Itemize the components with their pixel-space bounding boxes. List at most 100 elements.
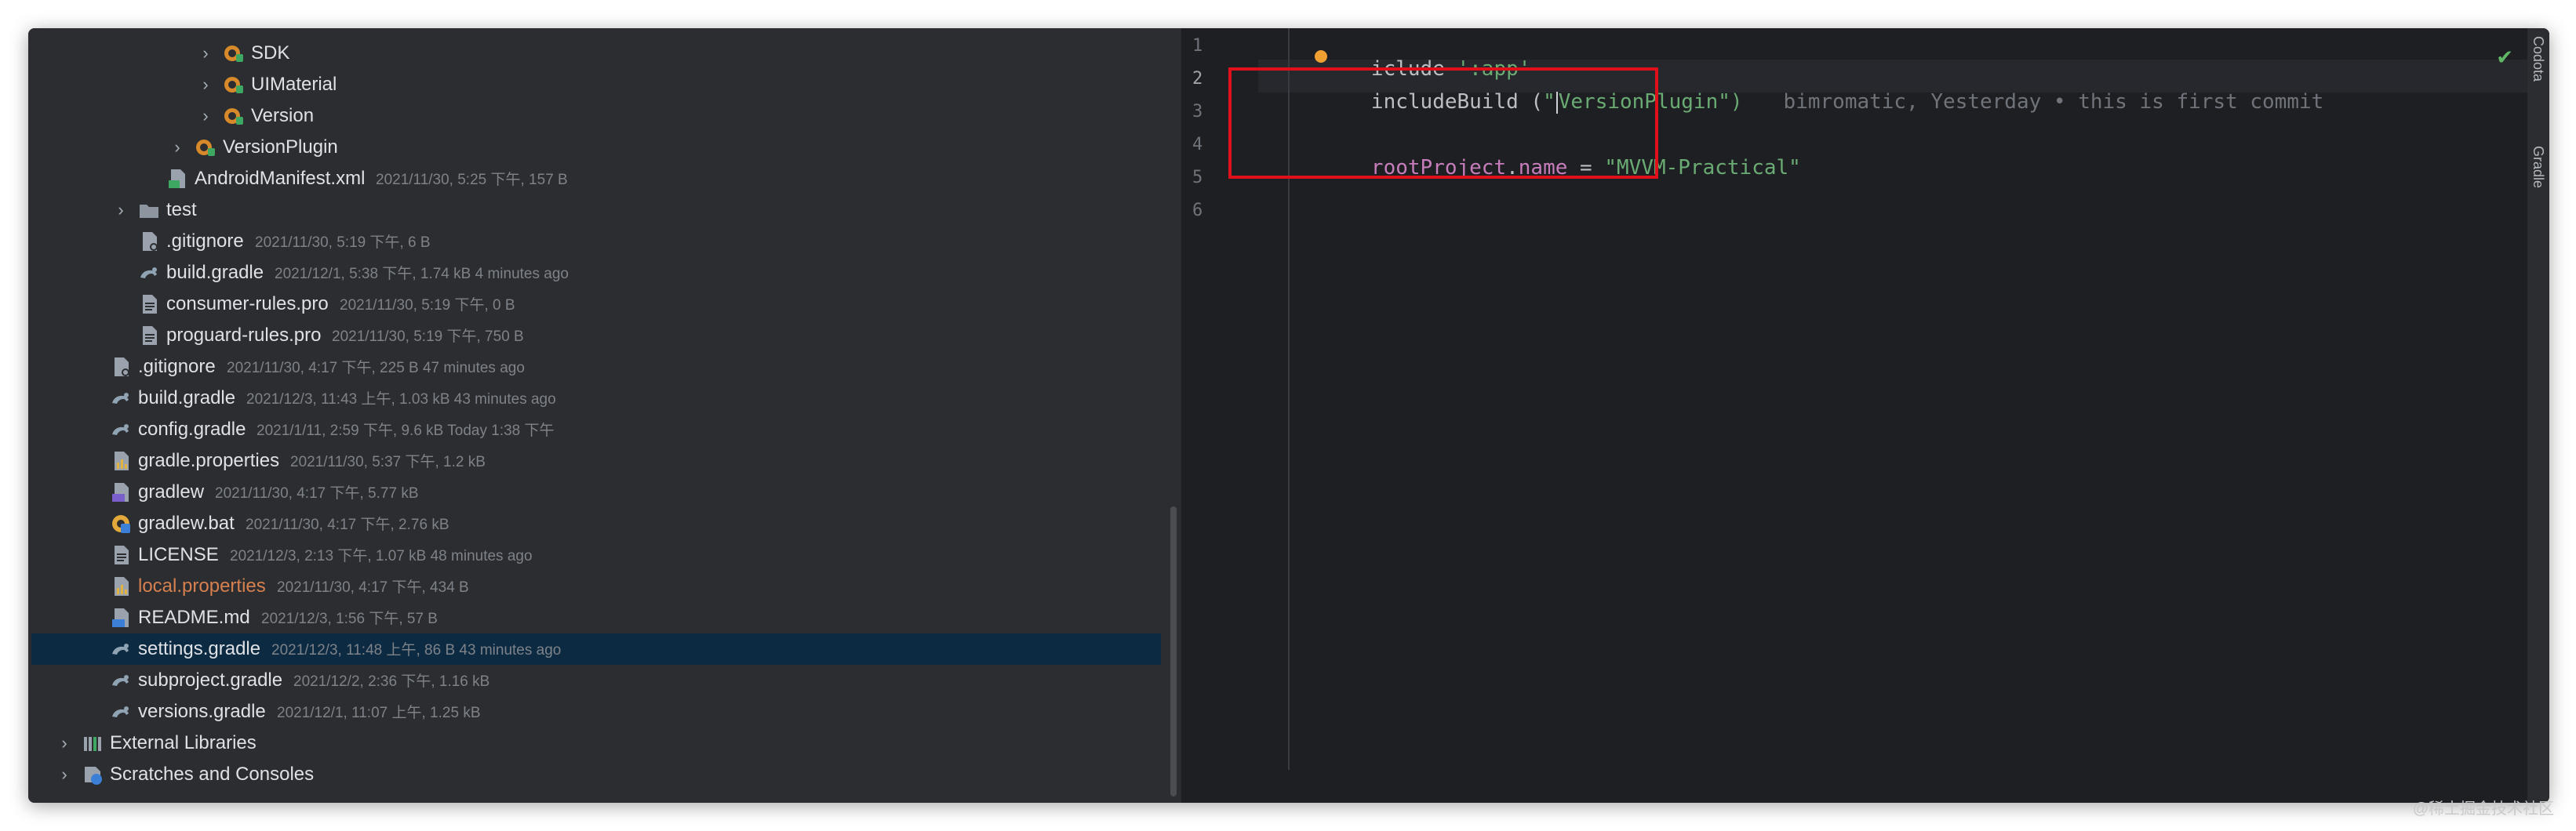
fold-guide xyxy=(1288,28,1290,770)
libraries-icon xyxy=(82,732,104,754)
gradle-file-icon xyxy=(110,638,132,660)
bat-file-icon xyxy=(110,513,132,535)
chevron-right-icon[interactable]: › xyxy=(196,75,215,94)
gitignore-file-icon xyxy=(110,356,132,378)
text-file-icon xyxy=(138,325,160,347)
tree-row[interactable]: local.properties 2021/11/30, 4:17 下午, 434… xyxy=(31,571,1161,602)
file-meta: 2021/12/2, 2:36 下午, 1.16 kB xyxy=(293,673,490,690)
code-token: = xyxy=(1567,156,1605,180)
tree-row[interactable]: build.gradle 2021/12/1, 5:38 下午, 1.74 kB … xyxy=(31,257,1161,288)
module-icon xyxy=(195,136,216,158)
chevron-right-icon[interactable]: › xyxy=(196,107,215,125)
tree-row[interactable]: proguard-rules.pro 2021/11/30, 5:19 下午, 7… xyxy=(31,320,1161,351)
tree-row[interactable]: settings.gradle 2021/12/3, 11:48 上午, 86 B… xyxy=(31,633,1161,665)
file-meta: 2021/11/30, 4:17 下午, 434 B xyxy=(277,579,469,596)
tree-item-label: LICENSE xyxy=(138,544,219,565)
tree-row[interactable]: › VersionPlugin xyxy=(31,132,1161,163)
tree-item-label: test xyxy=(166,199,197,220)
tab-codota[interactable]: Codota xyxy=(2530,36,2546,82)
tree-row[interactable]: consumer-rules.pro 2021/11/30, 5:19 下午, 0… xyxy=(31,288,1161,320)
tree-row[interactable]: gradlew.bat 2021/11/30, 4:17 下午, 2.76 kB xyxy=(31,508,1161,539)
file-meta: 2021/12/3, 1:56 下午, 57 B xyxy=(261,611,438,627)
tree-item-label: build.gradle xyxy=(166,262,264,283)
chevron-right-icon[interactable]: › xyxy=(168,138,187,157)
project-scrollbar[interactable] xyxy=(1167,28,1180,803)
module-icon xyxy=(223,42,245,64)
tree-row[interactable]: gradle.properties 2021/11/30, 5:37 下午, 1.… xyxy=(31,445,1161,477)
tree-row[interactable]: › Version xyxy=(31,100,1161,132)
tree-row[interactable]: LICENSE 2021/12/3, 2:13 下午, 1.07 kB 48 mi… xyxy=(31,539,1161,571)
tree-row[interactable]: › test xyxy=(31,194,1161,226)
code-quote: ") xyxy=(1718,90,1743,114)
code-token: . xyxy=(1506,156,1519,180)
tree-row[interactable]: › UIMaterial xyxy=(31,69,1161,100)
tree-row[interactable]: › SDK xyxy=(31,38,1161,69)
line-number: 4 xyxy=(1192,135,1203,154)
folder-icon xyxy=(138,199,160,221)
code-line-5[interactable]: rootProject.name = "MVVM-Practical" xyxy=(1297,130,1801,205)
tree-item-label: gradle.properties xyxy=(138,450,280,471)
tree-row[interactable]: versions.gradle 2021/12/1, 11:07 上午, 1.25… xyxy=(31,696,1161,728)
gradle-file-icon xyxy=(138,262,160,284)
text-file-icon xyxy=(110,544,132,566)
code-string: VersionPlugin xyxy=(1558,90,1719,114)
line-gutter: 1 2 3 4 5 6 xyxy=(1183,28,1258,803)
tree-item-label: AndroidManifest.xml xyxy=(195,168,366,189)
tree-item-label: settings.gradle xyxy=(138,638,261,659)
file-meta: 2021/11/30, 4:17 下午, 2.76 kB xyxy=(246,517,449,533)
chevron-right-icon[interactable]: › xyxy=(55,765,74,784)
tree-row[interactable]: README.md 2021/12/3, 1:56 下午, 57 B xyxy=(31,602,1161,633)
tree-row[interactable]: subproject.gradle 2021/12/2, 2:36 下午, 1.1… xyxy=(31,665,1161,696)
tree-item-label: local.properties xyxy=(138,575,266,597)
properties-file-icon xyxy=(110,575,132,597)
manifest-file-icon xyxy=(166,168,188,190)
shell-file-icon xyxy=(110,481,132,503)
line-number: 5 xyxy=(1192,168,1203,187)
tree-item-label: Scratches and Consoles xyxy=(110,764,315,785)
line-number: 3 xyxy=(1192,102,1203,122)
gradle-file-icon xyxy=(110,419,132,441)
tree-row[interactable]: gradlew 2021/11/30, 4:17 下午, 5.77 kB xyxy=(31,477,1161,508)
file-meta: 2021/12/1, 11:07 上午, 1.25 kB xyxy=(277,705,481,721)
tree-row[interactable]: › Scratches and Consoles xyxy=(31,759,1161,790)
code-line-2[interactable]: includeBuild (" VersionPlugin") bimromatic… xyxy=(1297,64,2323,140)
scrollbar-thumb[interactable] xyxy=(1170,506,1177,797)
git-blame-annotation: bimromatic, Yesterday • this is first co… xyxy=(1783,90,2324,114)
chevron-right-icon[interactable]: › xyxy=(196,44,215,63)
file-meta: 2021/12/3, 11:48 上午, 86 B 43 minutes ago xyxy=(271,642,562,659)
tree-item-label: README.md xyxy=(138,607,250,628)
tree-item-label: External Libraries xyxy=(110,732,257,753)
tab-gradle[interactable]: Gradle xyxy=(2530,146,2546,188)
text-caret xyxy=(1555,91,1558,114)
tree-row[interactable]: › External Libraries xyxy=(31,728,1161,759)
tree-row[interactable]: build.gradle 2021/12/3, 11:43 上午, 1.03 kB… xyxy=(31,383,1161,414)
tree-row[interactable]: AndroidManifest.xml 2021/11/30, 5:25 下午, … xyxy=(31,163,1161,194)
tree-item-label: gradlew xyxy=(138,481,205,503)
file-meta: 2021/11/30, 5:19 下午, 750 B xyxy=(332,328,524,345)
file-meta: 2021/11/30, 4:17 下午, 225 B 47 minutes ag… xyxy=(227,360,525,376)
tree-item-label: gradlew.bat xyxy=(138,513,235,534)
check-icon[interactable]: ✔ xyxy=(2496,45,2513,70)
file-meta: 2021/11/30, 5:25 下午, 157 B xyxy=(376,172,568,188)
chevron-right-icon[interactable]: › xyxy=(111,201,130,220)
tree-item-label: UIMaterial xyxy=(251,74,337,95)
file-meta: 2021/11/30, 5:19 下午, 6 B xyxy=(255,234,431,251)
tree-item-label: config.gradle xyxy=(138,419,246,440)
code-editor[interactable]: 123456 iclude ':app' includeBuild (" Vers… xyxy=(1183,28,2549,803)
tree-row[interactable]: config.gradle 2021/1/11, 2:59 下午, 9.6 kB … xyxy=(31,414,1161,445)
tree-item-label: proguard-rules.pro xyxy=(166,325,322,346)
file-meta: 2021/12/1, 5:38 下午, 1.74 kB 4 minutes ag… xyxy=(275,266,569,282)
line-number: 1 xyxy=(1192,36,1203,56)
ide-window: › SDK › UIMaterial › Version › VersionPlugin And… xyxy=(28,28,2549,803)
scratches-icon xyxy=(82,764,104,786)
tree-item-label: subproject.gradle xyxy=(138,670,283,691)
module-icon xyxy=(223,105,245,127)
tree-row[interactable]: .gitignore 2021/11/30, 4:17 下午, 225 B 47 … xyxy=(31,351,1161,383)
tree-row[interactable]: .gitignore 2021/11/30, 5:19 下午, 6 B xyxy=(31,226,1161,257)
tree-item-label: Version xyxy=(251,105,315,126)
tree-item-label: .gitignore xyxy=(138,356,216,377)
properties-file-icon xyxy=(110,450,132,472)
tree-item-label: consumer-rules.pro xyxy=(166,293,329,314)
chevron-right-icon[interactable]: › xyxy=(55,734,74,753)
code-token: rootProject xyxy=(1370,156,1507,180)
